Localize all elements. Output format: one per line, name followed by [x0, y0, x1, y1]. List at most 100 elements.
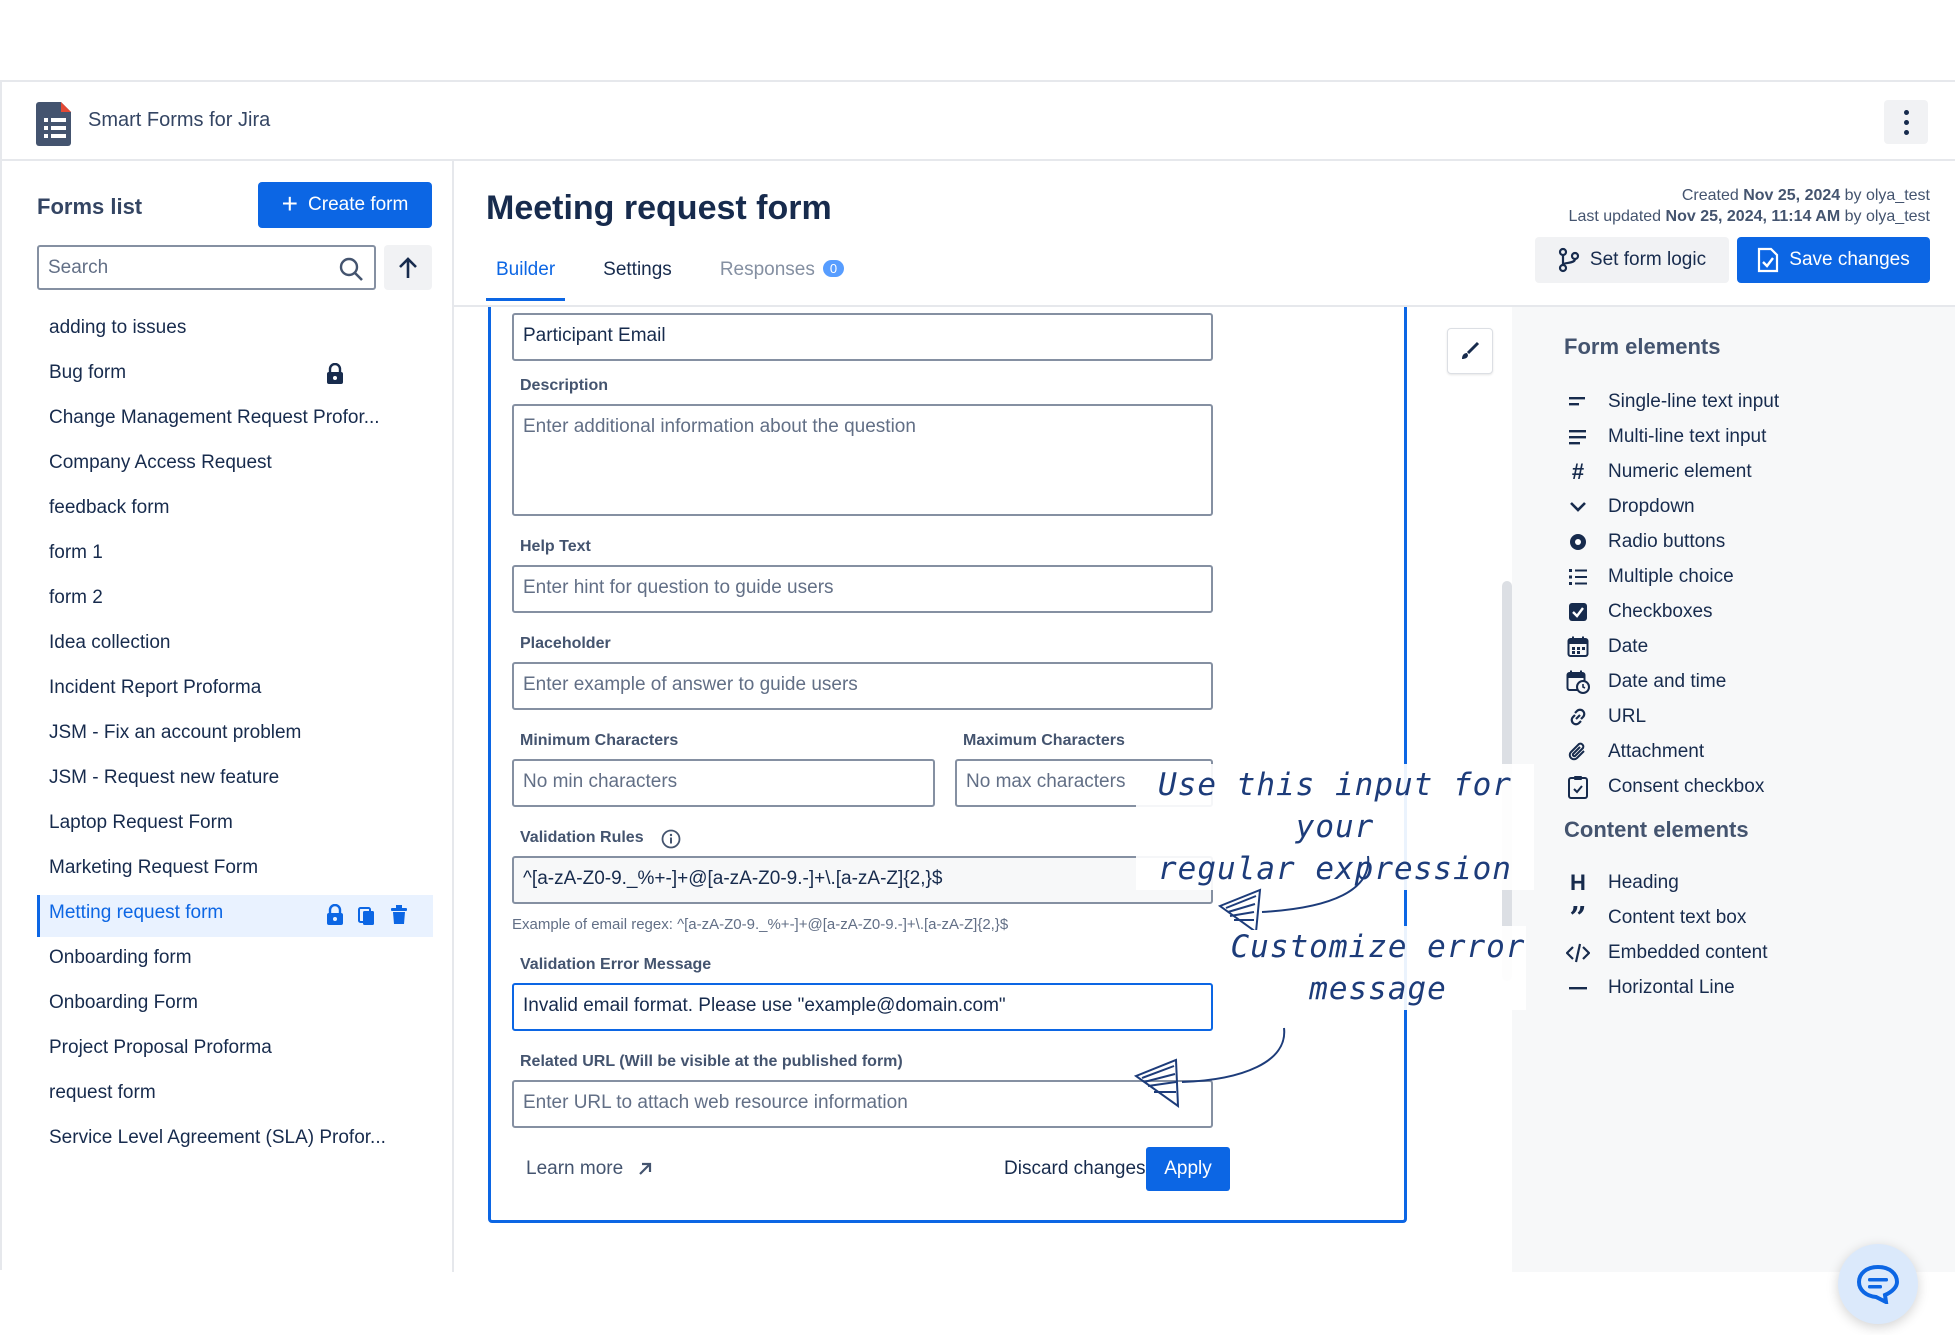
related-url-input[interactable]: Enter URL to attach web resource informa…: [512, 1080, 1213, 1128]
form-list-item[interactable]: request form: [37, 1075, 433, 1120]
form-list-item[interactable]: form 1: [37, 535, 433, 580]
description-label: Description: [520, 377, 609, 394]
form-list-item[interactable]: Bug form: [37, 355, 433, 400]
paperclip-icon: [1568, 742, 1585, 761]
form-list-item[interactable]: Service Level Agreement (SLA) Profor...: [37, 1120, 433, 1165]
placeholder-input[interactable]: Enter example of answer to guide users: [512, 662, 1213, 710]
tab-settings[interactable]: Settings: [593, 253, 682, 301]
more-options-button[interactable]: [1884, 100, 1928, 144]
learn-more-label: Learn more: [526, 1158, 624, 1179]
created-by: by olya_test: [1844, 187, 1930, 204]
help-text-input[interactable]: Enter hint for question to guide users: [512, 565, 1213, 613]
form-item-label: Metting request form: [49, 902, 224, 923]
element-multiple-choice[interactable]: Multiple choice: [1564, 562, 1734, 592]
element-attachment[interactable]: Attachment: [1564, 737, 1704, 767]
updated-date: Nov 25, 2024, 11:14 AM: [1665, 208, 1841, 225]
branch-icon: [1558, 247, 1580, 273]
tab-label: Settings: [603, 259, 672, 280]
form-item-label: form 1: [49, 542, 103, 563]
annotation-arrow-icon: [1217, 855, 1370, 930]
min-characters-input[interactable]: No min characters: [512, 759, 935, 807]
form-list-item[interactable]: feedback form: [37, 490, 433, 535]
element-date-time[interactable]: Date and time: [1564, 667, 1726, 697]
dot-icon: [1903, 129, 1909, 135]
tab-builder[interactable]: Builder: [486, 253, 566, 301]
element-single-line[interactable]: Single-line text input: [1564, 387, 1779, 417]
form-list-item[interactable]: Onboarding Form: [37, 985, 433, 1030]
error-message-input[interactable]: Invalid email format. Please use "exampl…: [512, 983, 1213, 1031]
chevron-down-icon: [1570, 502, 1586, 512]
create-form-label: Create form: [308, 194, 409, 215]
chat-support-button[interactable]: [1838, 1244, 1918, 1324]
chat-icon: [1856, 1264, 1900, 1304]
form-item-label: Idea collection: [49, 632, 171, 653]
search-input[interactable]: Search: [37, 245, 376, 290]
element-checkboxes[interactable]: Checkboxes: [1564, 597, 1713, 627]
form-list-item[interactable]: Onboarding form: [37, 940, 433, 985]
style-button[interactable]: [1447, 328, 1493, 374]
element-label: Consent checkbox: [1608, 776, 1765, 797]
element-label: Content text box: [1608, 907, 1747, 928]
element-heading[interactable]: H Heading: [1564, 868, 1679, 898]
learn-more-link[interactable]: Learn more: [526, 1158, 653, 1180]
element-label: Embedded content: [1608, 942, 1768, 963]
form-list-item[interactable]: Idea collection: [37, 625, 433, 670]
element-label: URL: [1608, 706, 1647, 727]
element-content-text[interactable]: ” Content text box: [1564, 901, 1747, 936]
paintbrush-icon: [1462, 341, 1480, 359]
responses-count-badge: 0: [822, 260, 845, 277]
related-url-label: Related URL (Will be visible at the publ…: [520, 1053, 903, 1070]
element-label: Checkboxes: [1608, 601, 1713, 622]
element-label: Multiple choice: [1608, 566, 1734, 587]
apply-button[interactable]: Apply: [1146, 1147, 1230, 1191]
description-textarea[interactable]: Enter additional information about the q…: [512, 404, 1213, 516]
form-list-item[interactable]: Company Access Request: [37, 445, 433, 490]
elements-panel: Form elements Single-line text input Mul…: [1512, 307, 1955, 1272]
form-list-item[interactable]: Incident Report Proforma: [37, 670, 433, 715]
form-list-item-active[interactable]: Metting request form: [37, 895, 433, 937]
sort-button[interactable]: [384, 245, 432, 290]
set-logic-label: Set form logic: [1589, 249, 1707, 270]
form-list-item[interactable]: Laptop Request Form: [37, 805, 433, 850]
element-label: Date: [1608, 636, 1649, 657]
form-list-item[interactable]: JSM - Request new feature: [37, 760, 433, 805]
set-form-logic-button[interactable]: Set form logic: [1535, 237, 1729, 283]
element-label: Horizontal Line: [1608, 977, 1735, 998]
discard-changes-button[interactable]: Discard changes: [1004, 1158, 1146, 1180]
element-url[interactable]: URL: [1564, 702, 1646, 732]
list-icon: [1569, 569, 1587, 585]
form-list-item[interactable]: Marketing Request Form: [37, 850, 433, 895]
create-form-button[interactable]: + Create form: [258, 182, 432, 228]
checkbox-icon: [1569, 603, 1587, 621]
form-list-item[interactable]: form 2: [37, 580, 433, 625]
updated-prefix: Last updated: [1568, 208, 1662, 225]
form-item-label: adding to issues: [49, 317, 187, 338]
tab-responses[interactable]: Responses 0: [710, 253, 854, 301]
lock-icon[interactable]: [326, 904, 344, 926]
form-list-item[interactable]: Change Management Request Profor...: [37, 400, 433, 445]
annotation-arrow-icon: [1133, 1027, 1286, 1109]
form-list-item[interactable]: JSM - Fix an account problem: [37, 715, 433, 760]
annotation-line: Customize error: [1230, 929, 1526, 965]
element-label: Multi-line text input: [1608, 426, 1767, 447]
trash-icon[interactable]: [390, 904, 408, 926]
short-text-icon: [1569, 397, 1585, 406]
info-icon[interactable]: [661, 829, 681, 849]
element-multi-line[interactable]: Multi-line text input: [1564, 422, 1766, 452]
form-list-item[interactable]: adding to issues: [37, 310, 433, 355]
save-changes-button[interactable]: Save changes: [1737, 237, 1930, 283]
element-date[interactable]: Date: [1564, 632, 1648, 662]
element-radio[interactable]: Radio buttons: [1564, 527, 1725, 557]
copy-icon[interactable]: [358, 904, 376, 926]
question-title-input[interactable]: Participant Email: [512, 313, 1213, 361]
element-consent[interactable]: Consent checkbox: [1564, 772, 1764, 802]
element-numeric[interactable]: # Numeric element: [1564, 457, 1752, 487]
element-horizontal-line[interactable]: Horizontal Line: [1564, 973, 1735, 1003]
hash-icon: #: [1571, 459, 1585, 484]
validation-rules-input[interactable]: ^[a-zA-Z0-9._%+-]+@[a-zA-Z0-9.-]+\.[a-zA…: [512, 856, 1213, 904]
link-icon: [1570, 708, 1586, 726]
form-list-item[interactable]: Project Proposal Proforma: [37, 1030, 433, 1075]
element-embedded[interactable]: Embedded content: [1564, 938, 1768, 968]
element-dropdown[interactable]: Dropdown: [1564, 492, 1695, 522]
help-text-label: Help Text: [520, 538, 591, 555]
